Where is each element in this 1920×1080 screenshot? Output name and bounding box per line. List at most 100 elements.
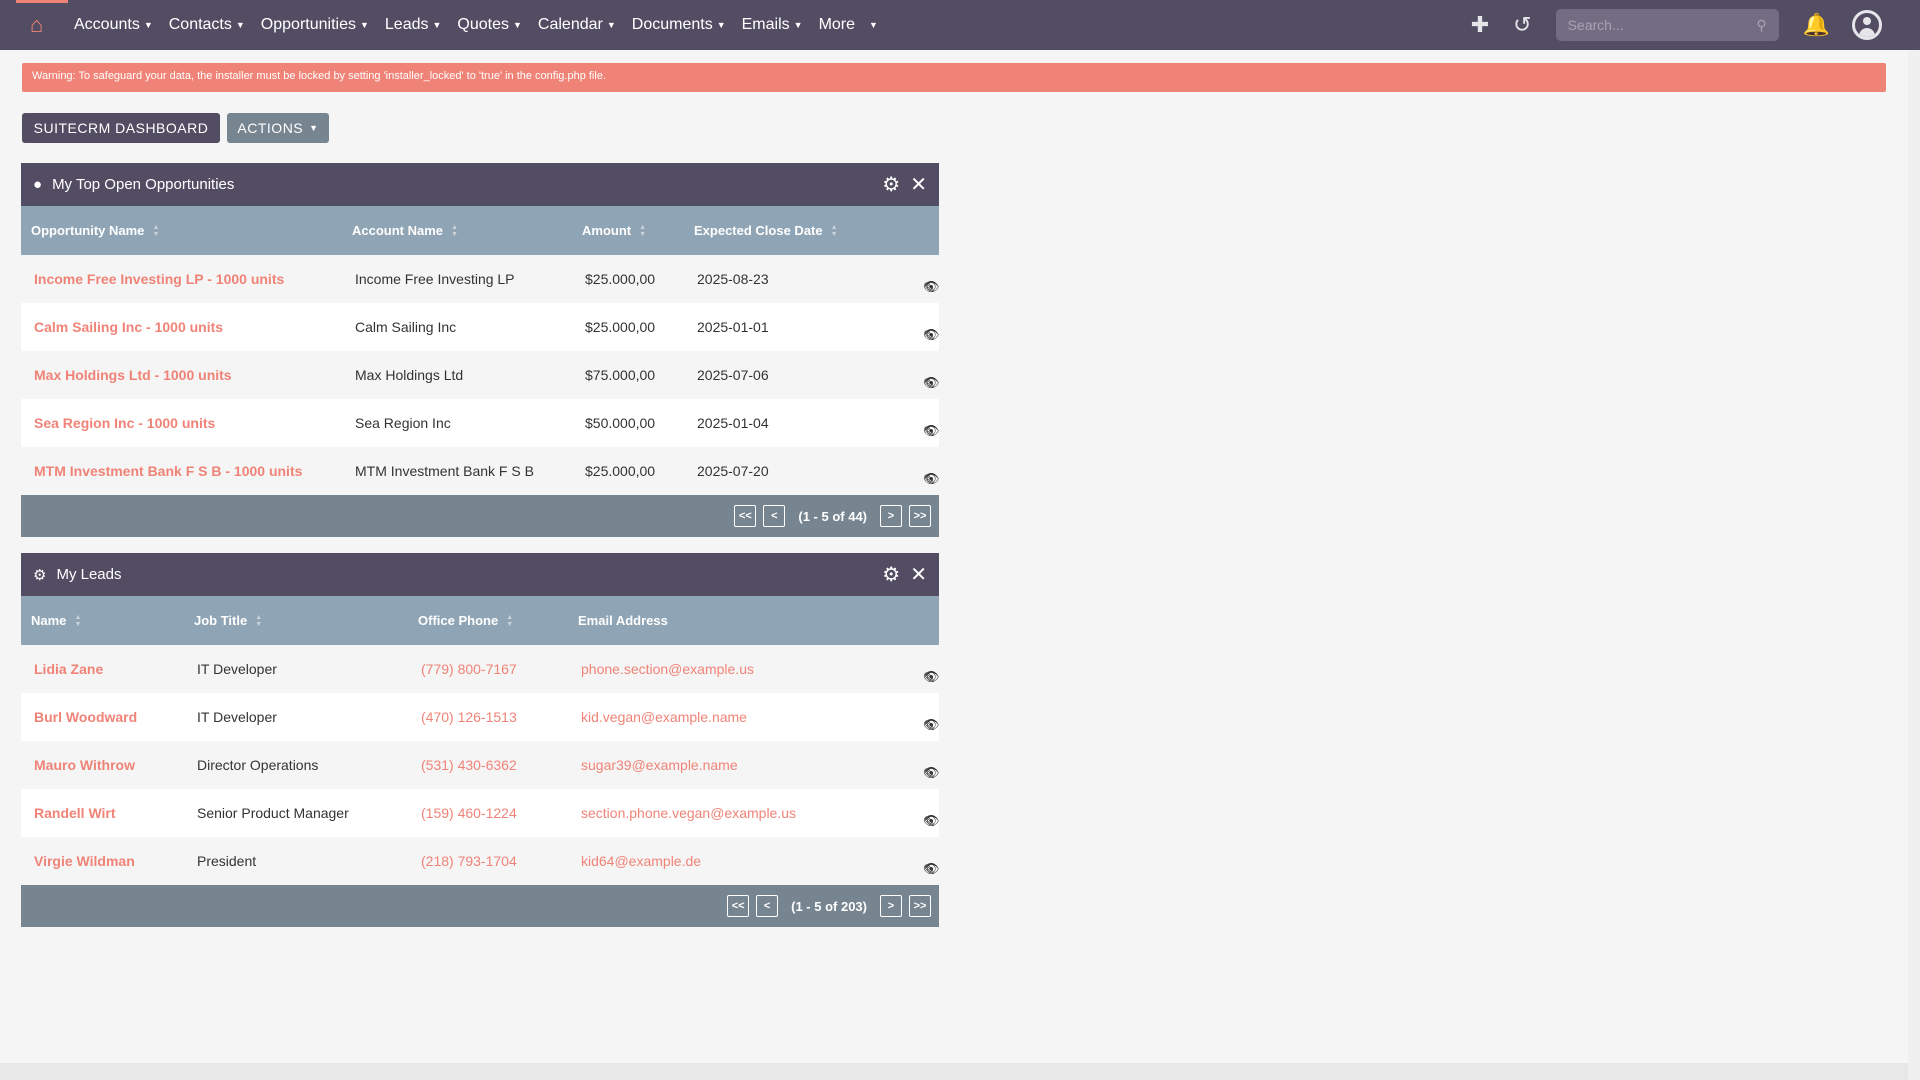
home-icon[interactable]: ⌂ — [30, 14, 52, 36]
history-icon[interactable]: ↺ — [1513, 12, 1531, 38]
nav-menu-emails[interactable]: Emails▼ — [742, 16, 803, 34]
cell[interactable]: phone.section@example.us — [581, 661, 754, 677]
column-header-label: Name — [31, 613, 66, 628]
close-icon[interactable]: ✕ — [910, 172, 927, 197]
cell[interactable]: (159) 460-1224 — [421, 805, 517, 821]
nav-menu-label: More — [819, 16, 855, 34]
cell[interactable]: (218) 793-1704 — [421, 853, 517, 869]
close-icon[interactable]: ✕ — [910, 562, 927, 587]
scrollbar[interactable] — [1908, 50, 1920, 1080]
footer-bar — [0, 1063, 1908, 1080]
cell: MTM Investment Bank F S B — [355, 463, 534, 479]
view-eye-icon[interactable]: 👁 — [923, 765, 940, 781]
cell: $25.000,00 — [585, 319, 655, 335]
cell[interactable]: Max Holdings Ltd - 1000 units — [34, 367, 232, 383]
sort-icon[interactable]: ▲▼ — [639, 224, 646, 238]
pager-prev-button[interactable]: < — [756, 895, 778, 917]
sort-icon[interactable]: ▲▼ — [506, 614, 513, 628]
search-icon: ⚲ — [1756, 17, 1766, 34]
nav-menu-documents[interactable]: Documents▼ — [632, 16, 726, 34]
cell[interactable]: Sea Region Inc - 1000 units — [34, 415, 215, 431]
column-header[interactable]: Office Phone▲▼ — [418, 613, 513, 629]
cell: Director Operations — [197, 757, 318, 773]
view-eye-icon[interactable]: 👁 — [923, 375, 940, 391]
sort-icon[interactable]: ▲▼ — [152, 224, 159, 238]
pager-prev-button[interactable]: < — [763, 505, 785, 527]
cell: IT Developer — [197, 709, 277, 725]
cell: 2025-07-20 — [697, 463, 769, 479]
nav-menu-opportunities[interactable]: Opportunities▼ — [261, 16, 369, 34]
cell[interactable]: Lidia Zane — [34, 661, 103, 677]
cell: IT Developer — [197, 661, 277, 677]
pager-next-button[interactable]: > — [880, 505, 902, 527]
gear-icon[interactable]: ⚙ — [882, 172, 900, 197]
nav-menu-quotes[interactable]: Quotes▼ — [457, 16, 522, 34]
column-header[interactable]: Amount▲▼ — [582, 223, 646, 239]
bell-icon[interactable]: 🔔 — [1803, 12, 1830, 38]
view-eye-icon[interactable]: 👁 — [923, 423, 940, 439]
plus-icon[interactable]: ✚ — [1471, 12, 1489, 38]
column-header[interactable]: Email Address — [578, 613, 668, 628]
cell[interactable]: (779) 800-7167 — [421, 661, 517, 677]
chevron-down-icon: ▼ — [513, 20, 522, 30]
view-eye-icon[interactable]: 👁 — [923, 861, 940, 877]
view-eye-icon[interactable]: 👁 — [923, 717, 940, 733]
nav-menu-more[interactable]: More▼ — [819, 16, 878, 34]
suitecrm-dashboard-tab[interactable]: SUITECRM DASHBOARD — [22, 113, 220, 143]
cell: 2025-01-01 — [697, 319, 769, 335]
cell[interactable]: Randell Wirt — [34, 805, 116, 821]
cell[interactable]: Mauro Withrow — [34, 757, 135, 773]
cell[interactable]: Income Free Investing LP - 1000 units — [34, 271, 284, 287]
pagination-count: (1 - 5 of 203) — [791, 899, 867, 914]
view-eye-icon[interactable]: 👁 — [923, 471, 940, 487]
cell[interactable]: section.phone.vegan@example.us — [581, 805, 796, 821]
cell[interactable]: Calm Sailing Inc - 1000 units — [34, 319, 223, 335]
view-eye-icon[interactable]: 👁 — [923, 279, 940, 295]
nav-menu-calendar[interactable]: Calendar▼ — [538, 16, 616, 34]
sort-icon[interactable]: ▲▼ — [74, 614, 81, 628]
sort-icon[interactable]: ▲▼ — [451, 224, 458, 238]
table-row: Randell WirtSenior Product Manager(159) … — [21, 789, 939, 837]
nav-menu-label: Contacts — [169, 16, 232, 34]
cell[interactable]: kid.vegan@example.name — [581, 709, 747, 725]
cell[interactable]: (470) 126-1513 — [421, 709, 517, 725]
sort-icon[interactable]: ▲▼ — [255, 614, 262, 628]
nav-menu-accounts[interactable]: Accounts▼ — [74, 16, 153, 34]
pager-last-button[interactable]: >> — [909, 895, 931, 917]
cell[interactable]: sugar39@example.name — [581, 757, 738, 773]
column-header[interactable]: Account Name ▲▼ — [352, 223, 458, 239]
gear-icon[interactable]: ⚙ — [882, 562, 900, 587]
view-eye-icon[interactable]: 👁 — [923, 669, 940, 685]
cell: Calm Sailing Inc — [355, 319, 456, 335]
column-header[interactable]: Opportunity Name▲▼ — [31, 223, 159, 239]
nav-menu-label: Opportunities — [261, 16, 356, 34]
cell: $50.000,00 — [585, 415, 655, 431]
table-row: Max Holdings Ltd - 1000 unitsMax Holding… — [21, 351, 939, 399]
column-header[interactable]: Name ▲▼ — [31, 613, 81, 629]
search-input[interactable]: Search...⚲ — [1556, 9, 1779, 41]
nav-menu-leads[interactable]: Leads▼ — [385, 16, 442, 34]
cell[interactable]: kid64@example.de — [581, 853, 701, 869]
view-eye-icon[interactable]: 👁 — [923, 813, 940, 829]
cell[interactable]: MTM Investment Bank F S B - 1000 units — [34, 463, 302, 479]
table-row: Burl Woodward IT Developer (470) 126-1513 k… — [21, 693, 939, 741]
nav-menu-label: Calendar — [538, 16, 603, 34]
sort-icon[interactable]: ▲▼ — [831, 224, 838, 238]
column-header[interactable]: Job Title▲▼ — [194, 613, 262, 629]
cell[interactable]: (531) 430-6362 — [421, 757, 517, 773]
user-avatar-icon[interactable] — [1852, 10, 1882, 40]
cell[interactable]: Virgie Wildman — [34, 853, 135, 869]
pager-next-button[interactable]: > — [880, 895, 902, 917]
table-row: Sea Region Inc - 1000 unitsSea Region In… — [21, 399, 939, 447]
nav-menu-contacts[interactable]: Contacts▼ — [169, 16, 245, 34]
pager-last-button[interactable]: >> — [909, 505, 931, 527]
actions-button[interactable]: ACTIONS▼ — [227, 113, 329, 143]
pager-first-button[interactable]: << — [734, 505, 756, 527]
column-header-label: Email Address — [578, 613, 668, 628]
pager-first-button[interactable]: << — [727, 895, 749, 917]
cell[interactable]: Burl Woodward — [34, 709, 137, 725]
view-eye-icon[interactable]: 👁 — [923, 327, 940, 343]
column-header-label: Account Name — [352, 223, 443, 238]
top-nav: ⌂ Accounts▼Contacts▼Opportunities▼Leads▼… — [0, 0, 1920, 50]
column-header[interactable]: Expected Close Date▲▼ — [694, 223, 838, 239]
